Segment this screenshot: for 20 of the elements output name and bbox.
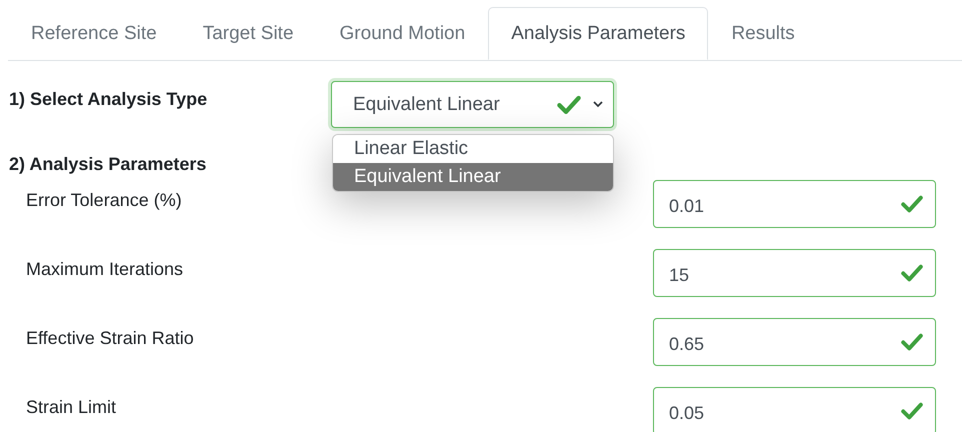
input-field[interactable]: 0.05 (653, 387, 936, 432)
dropdown-option[interactable]: Linear Elastic (333, 135, 613, 163)
input-field[interactable]: 0.01 (653, 180, 936, 228)
check-icon (901, 402, 923, 420)
caret-icon (593, 101, 603, 108)
field-label: Strain Limit (26, 396, 118, 419)
field-label: Error Tolerance (%) (26, 189, 183, 212)
tab[interactable]: Analysis Parameters (488, 7, 708, 60)
check-icon (557, 94, 581, 114)
input-field[interactable]: 0.65 (653, 318, 936, 366)
check-icon (901, 333, 923, 351)
check-icon (901, 195, 923, 213)
dropdown-option[interactable]: Equivalent Linear (333, 163, 613, 191)
check-icon (901, 264, 923, 282)
field-label: Effective Strain Ratio (26, 327, 195, 350)
field-label: Maximum Iterations (26, 258, 184, 281)
section-heading: 2) Analysis Parameters (9, 153, 206, 174)
analysis-type-select[interactable]: Equivalent Linear (331, 81, 614, 128)
section-heading: 1) Select Analysis Type (9, 88, 208, 110)
input-field[interactable]: 15 (653, 249, 936, 297)
